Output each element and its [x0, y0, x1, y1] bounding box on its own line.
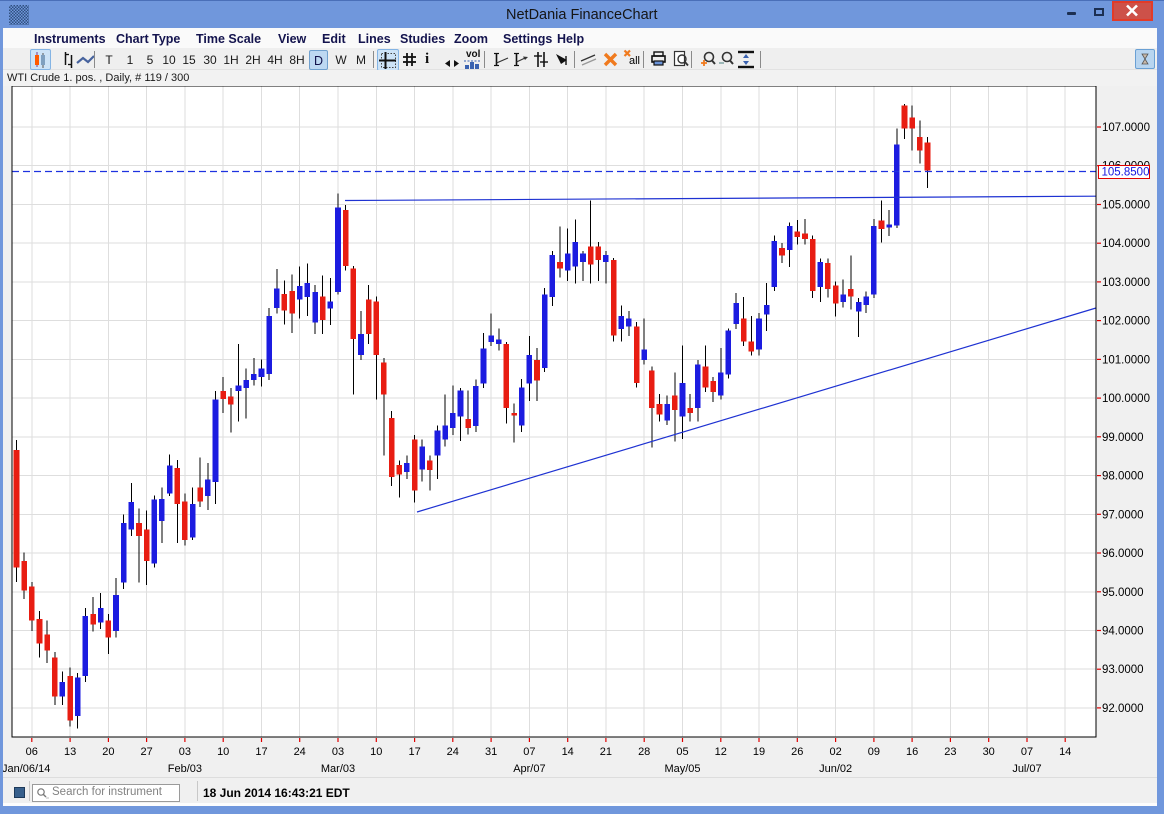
svg-text:05: 05: [676, 746, 688, 758]
svg-text:97.0000: 97.0000: [1102, 509, 1144, 521]
svg-text:103.0000: 103.0000: [1102, 277, 1150, 289]
svg-text:23: 23: [944, 746, 956, 758]
svg-text:93.0000: 93.0000: [1102, 664, 1144, 676]
svg-text:27: 27: [140, 746, 152, 758]
svg-text:107.0000: 107.0000: [1102, 122, 1150, 134]
svg-text:03: 03: [332, 746, 344, 758]
svg-text:96.0000: 96.0000: [1102, 548, 1144, 560]
svg-text:06: 06: [26, 746, 38, 758]
svg-text:31: 31: [485, 746, 497, 758]
svg-text:24: 24: [447, 746, 459, 758]
svg-text:Feb/03: Feb/03: [168, 763, 202, 775]
svg-text:26: 26: [791, 746, 803, 758]
svg-text:95.0000: 95.0000: [1102, 587, 1144, 599]
svg-text:104.0000: 104.0000: [1102, 238, 1150, 250]
svg-text:Mar/03: Mar/03: [321, 763, 355, 775]
svg-text:10: 10: [217, 746, 229, 758]
svg-text:13: 13: [64, 746, 76, 758]
svg-text:09: 09: [868, 746, 880, 758]
svg-text:14: 14: [1059, 746, 1071, 758]
svg-text:03: 03: [179, 746, 191, 758]
svg-text:100.0000: 100.0000: [1102, 393, 1150, 405]
svg-text:102.0000: 102.0000: [1102, 316, 1150, 328]
svg-text:Jan/06/14: Jan/06/14: [2, 763, 50, 775]
svg-text:17: 17: [408, 746, 420, 758]
svg-text:28: 28: [638, 746, 650, 758]
svg-text:92.0000: 92.0000: [1102, 703, 1144, 715]
svg-text:Jul/07: Jul/07: [1012, 763, 1041, 775]
svg-text:30: 30: [983, 746, 995, 758]
svg-text:Jun/02: Jun/02: [819, 763, 852, 775]
svg-text:98.0000: 98.0000: [1102, 471, 1144, 483]
svg-text:19: 19: [753, 746, 765, 758]
svg-text:07: 07: [1021, 746, 1033, 758]
svg-text:105.8500: 105.8500: [1102, 167, 1150, 179]
svg-text:10: 10: [370, 746, 382, 758]
svg-text:94.0000: 94.0000: [1102, 626, 1144, 638]
svg-text:May/05: May/05: [664, 763, 700, 775]
svg-text:17: 17: [255, 746, 267, 758]
svg-text:16: 16: [906, 746, 918, 758]
svg-text:105.0000: 105.0000: [1102, 200, 1150, 212]
svg-text:20: 20: [102, 746, 114, 758]
svg-text:12: 12: [715, 746, 727, 758]
svg-text:24: 24: [294, 746, 306, 758]
svg-text:14: 14: [562, 746, 574, 758]
svg-text:21: 21: [600, 746, 612, 758]
svg-text:99.0000: 99.0000: [1102, 432, 1144, 444]
svg-text:07: 07: [523, 746, 535, 758]
svg-text:02: 02: [829, 746, 841, 758]
svg-text:101.0000: 101.0000: [1102, 354, 1150, 366]
svg-text:Apr/07: Apr/07: [513, 763, 545, 775]
